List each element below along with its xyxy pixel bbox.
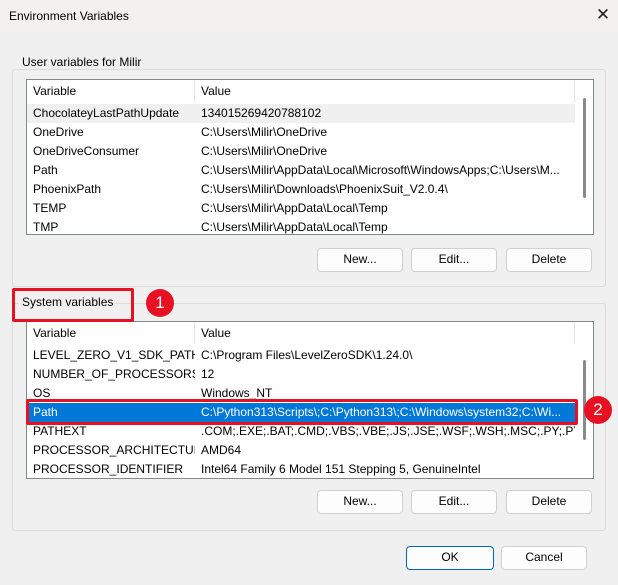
variable-value: C:\Users\Milir\AppData\Local\Temp <box>201 220 388 234</box>
list-header: Variable Value <box>27 80 593 102</box>
annotation-badge-1: 1 <box>146 289 174 317</box>
variable-name: LEVEL_ZERO_V1_SDK_PATH <box>33 348 195 362</box>
variable-name: PROCESSOR_IDENTIFIER <box>33 462 184 476</box>
column-header-value[interactable]: Value <box>195 322 575 344</box>
table-row[interactable]: PROCESSOR_IDENTIFIER Intel64 Family 6 Mod… <box>27 460 575 478</box>
table-row[interactable]: PhoenixPath C:\Users\Milir\Downloads\Phoe… <box>27 180 575 199</box>
list-header: Variable Value <box>27 322 593 344</box>
variable-name: TEMP <box>33 201 67 215</box>
column-header-value[interactable]: Value <box>195 80 575 102</box>
annotation-box-system-variables <box>12 288 134 322</box>
close-icon[interactable]: ✕ <box>592 4 614 26</box>
user-variables-label: User variables for Milir <box>19 55 145 69</box>
variable-value: 134015269420788102 <box>201 106 322 120</box>
cancel-button[interactable]: Cancel <box>501 546 587 570</box>
variable-value: Intel64 Family 6 Model 151 Stepping 5, G… <box>201 462 481 476</box>
variable-value: 12 <box>201 367 215 381</box>
table-row[interactable]: OneDrive C:\Users\Milir\OneDrive <box>27 123 575 142</box>
system-edit-button[interactable]: Edit... <box>411 490 497 514</box>
variable-value: C:\Users\Milir\OneDrive <box>201 144 328 158</box>
variable-value: C:\Users\Milir\Downloads\PhoenixSuit_V2.… <box>201 182 448 196</box>
annotation-box-path <box>26 399 578 425</box>
table-row[interactable]: PROCESSOR_ARCHITECTURE AMD64 <box>27 441 575 460</box>
variable-value: C:\Program Files\LevelZeroSDK\1.24.0\ <box>201 348 413 362</box>
table-row[interactable]: ChocolateyLastPathUpdate 1340152694207881… <box>27 104 575 123</box>
table-row[interactable]: NUMBER_OF_PROCESSORS 12 <box>27 365 575 384</box>
variable-value: C:\Users\Milir\AppData\Local\Microsoft\W… <box>201 163 560 177</box>
system-delete-button[interactable]: Delete <box>506 490 592 514</box>
system-new-button[interactable]: New... <box>317 490 403 514</box>
variable-name: ChocolateyLastPathUpdate <box>33 106 180 120</box>
user-variables-list: Variable Value ChocolateyLastPathUpdate 1… <box>26 79 594 235</box>
table-row[interactable]: TMP C:\Users\Milir\AppData\Local\Temp <box>27 218 575 234</box>
variable-name: NUMBER_OF_PROCESSORS <box>33 367 195 381</box>
user-new-button[interactable]: New... <box>317 248 403 272</box>
window-title: Environment Variables <box>9 9 129 23</box>
variable-value: AMD64 <box>201 443 242 457</box>
table-row[interactable]: TEMP C:\Users\Milir\AppData\Local\Temp <box>27 199 575 218</box>
table-row[interactable]: OneDriveConsumer C:\Users\Milir\OneDrive <box>27 142 575 161</box>
variable-name: Path <box>33 163 58 177</box>
table-row[interactable]: LEVEL_ZERO_V1_SDK_PATH C:\Program Files\L… <box>27 346 575 365</box>
variable-name: TMP <box>33 220 59 234</box>
variable-value: C:\Users\Milir\OneDrive <box>201 125 328 139</box>
column-header-variable[interactable]: Variable <box>27 80 195 102</box>
column-header-variable[interactable]: Variable <box>27 322 195 344</box>
variable-name: OneDriveConsumer <box>33 144 140 158</box>
variable-name: PROCESSOR_ARCHITECTURE <box>33 443 195 457</box>
user-delete-button[interactable]: Delete <box>506 248 592 272</box>
user-edit-button[interactable]: Edit... <box>411 248 497 272</box>
variable-name: PhoenixPath <box>33 182 102 196</box>
ok-button[interactable]: OK <box>406 546 494 570</box>
variable-name: OneDrive <box>33 125 84 139</box>
table-row[interactable]: Path C:\Users\Milir\AppData\Local\Microso… <box>27 161 575 180</box>
annotation-badge-2: 2 <box>584 396 612 424</box>
scrollbar[interactable] <box>576 80 593 234</box>
variable-value: C:\Users\Milir\AppData\Local\Temp <box>201 201 388 215</box>
